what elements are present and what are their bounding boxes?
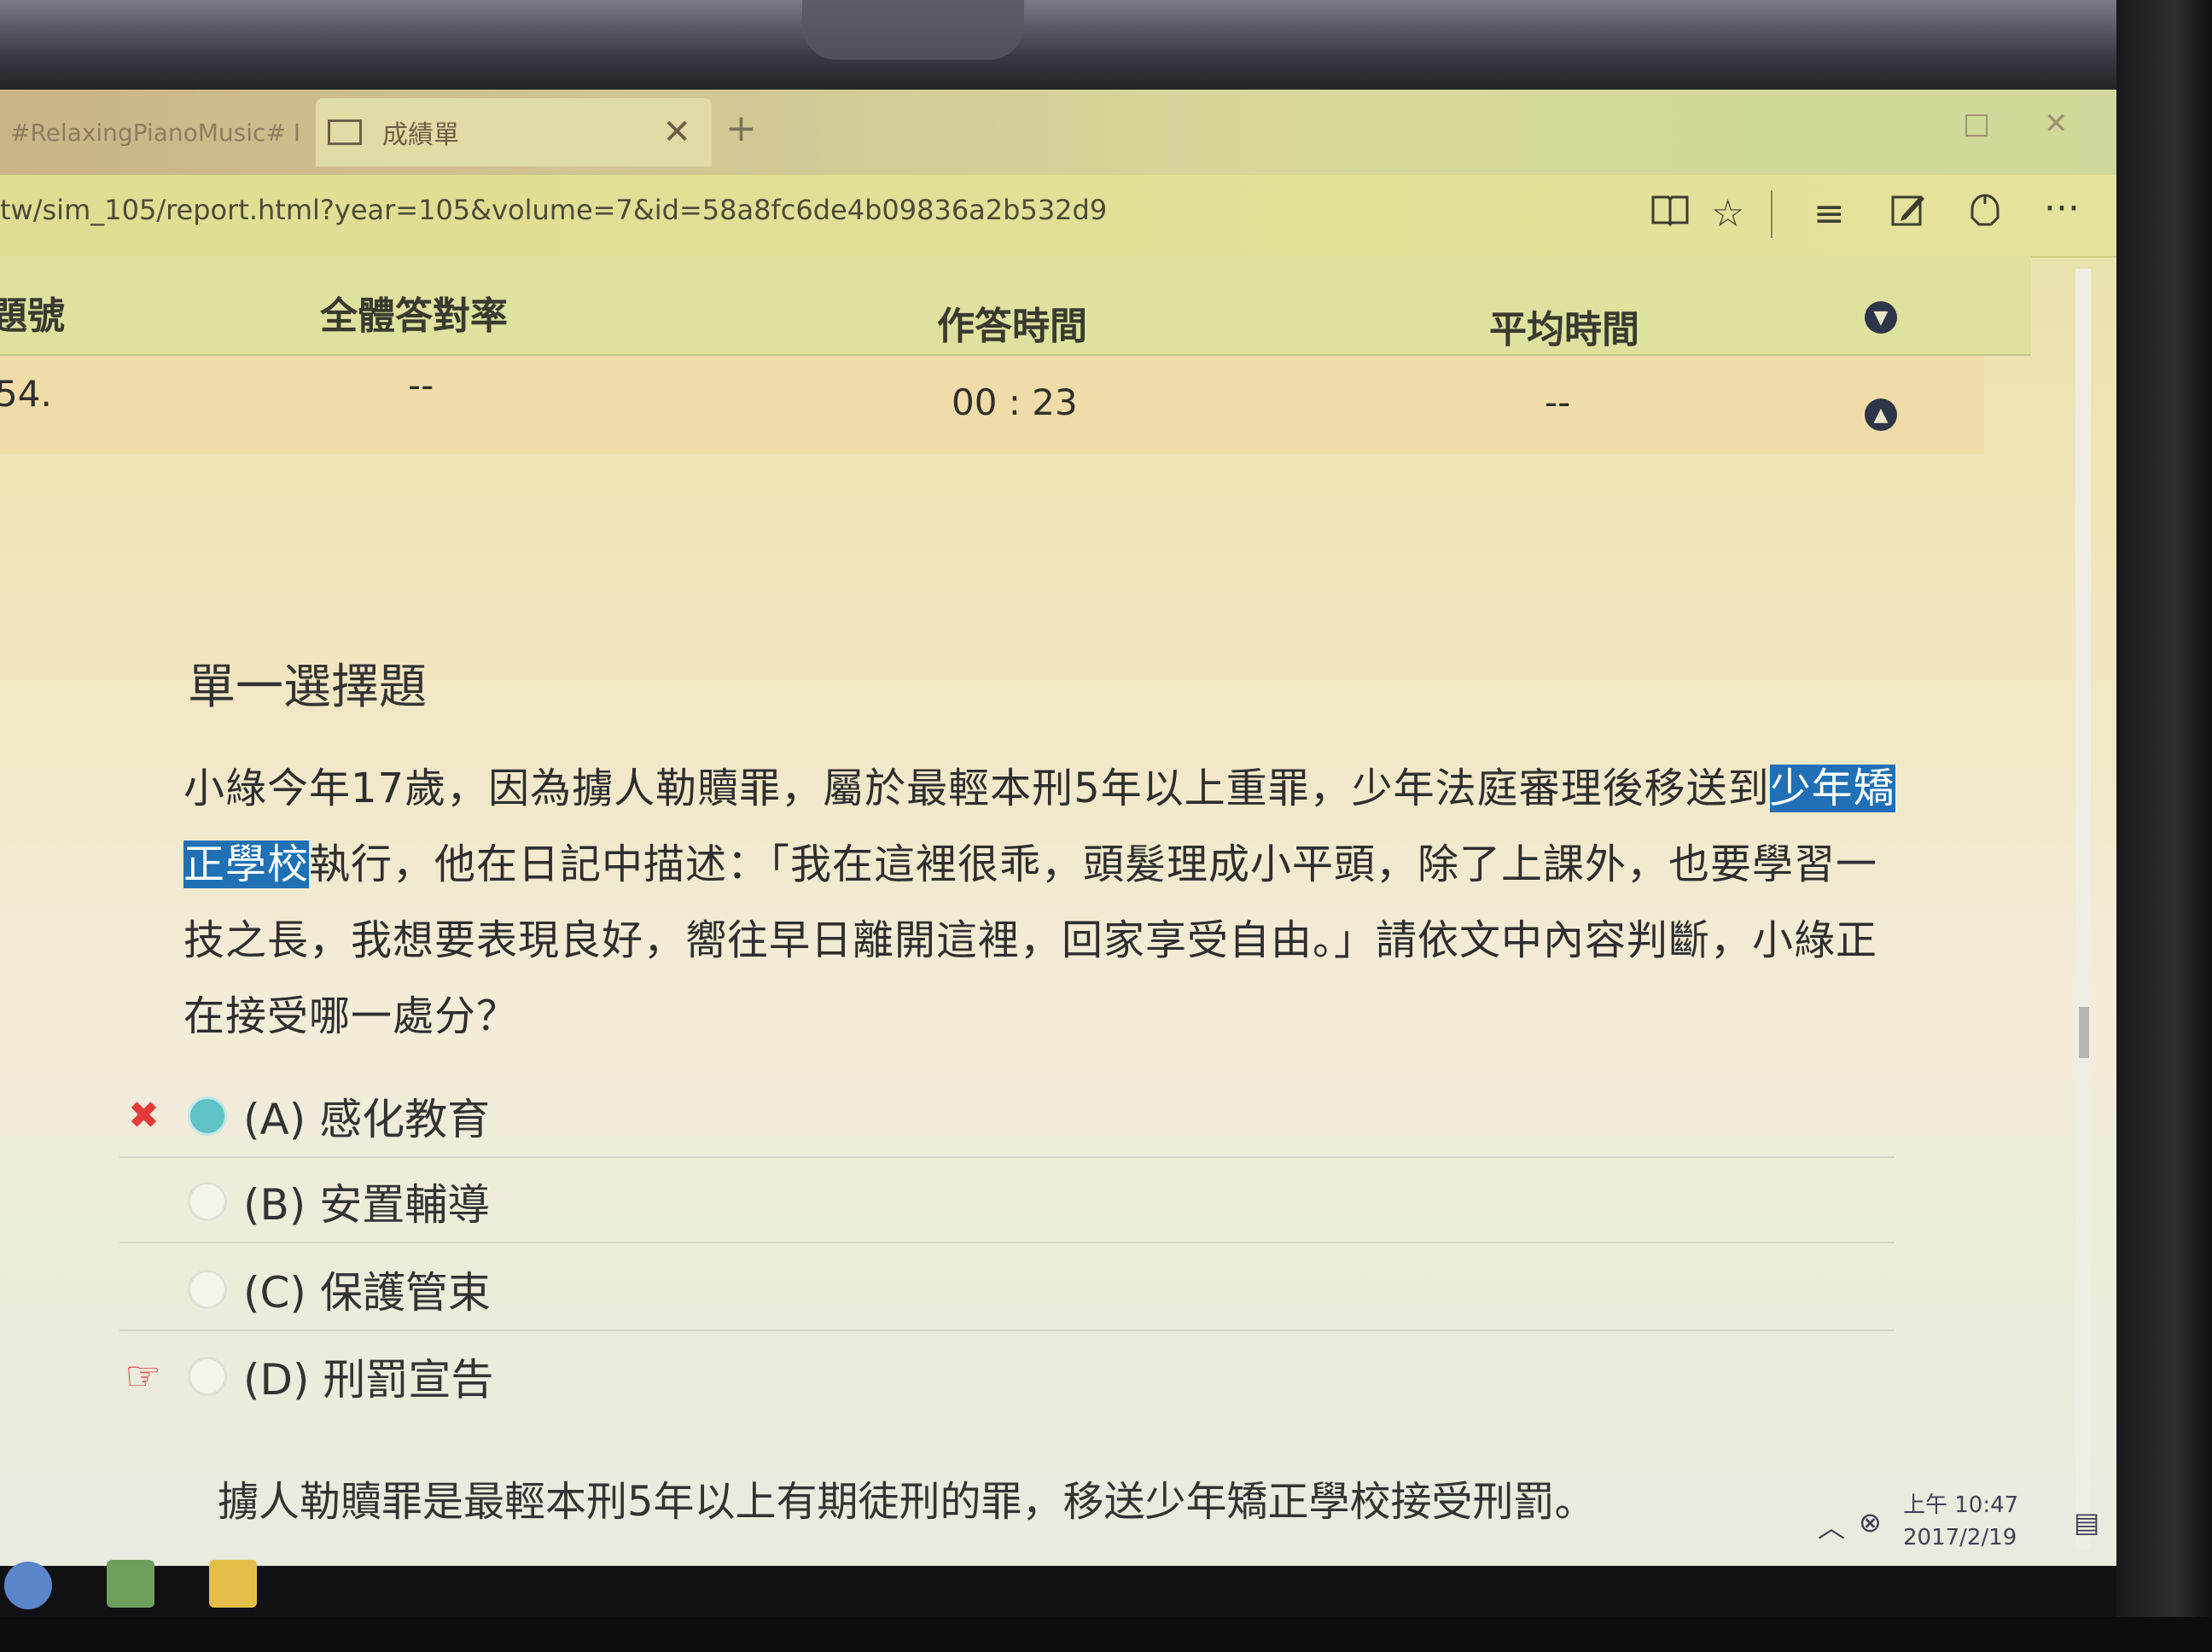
tab-label: 成績單 [382,120,459,150]
scrollbar[interactable] [2075,269,2091,1549]
reading-view-icon[interactable] [1651,192,1689,236]
clock-date: 2017/2/19 [1903,1525,2017,1550]
chevron-down-icon[interactable]: ▼ [1865,301,1897,334]
network-off-icon[interactable]: ⊗ [1859,1506,1882,1539]
option-c[interactable]: (C) 保護管束 [119,1248,1895,1331]
minecraft-taskbar-icon[interactable] [107,1560,154,1608]
answer-explanation: 擄人勒贖罪是最輕本刑5年以上有期徒刑的罪，移送少年矯正學校接受刑罰。 [218,1478,1596,1526]
file-explorer-taskbar-icon[interactable] [209,1560,257,1608]
url-field[interactable]: tw/sim_105/report.html?year=105&volume=7… [0,194,1107,226]
laptop-bezel-right [2116,0,2212,1652]
question-text: 小綠今年17歲，因為擄人勒贖罪，屬於最輕本刑5年以上重罪，少年法庭審理後移送到少… [183,751,1899,1055]
question-panel: 單一選擇題 小綠今年17歲，因為擄人勒贖罪，屬於最輕本刑5年以上重罪，少年法庭審… [0,448,1984,1566]
radio-option-a[interactable] [188,1096,227,1136]
more-icon[interactable]: ··· [2044,187,2080,230]
notification-icon[interactable]: ▤ [2074,1506,2099,1539]
system-tray: ︿ ⊗ 上午 10:47 2017/2/19 ▤ [1792,1489,2116,1566]
pointing-hand-icon: ☞ [125,1352,162,1400]
option-a-label: (A) 感化教育 [243,1094,491,1144]
clock-time: 上午 10:47 [1903,1492,2019,1518]
question-text-before: 小綠今年17歲，因為擄人勒贖罪，屬於最輕本刑5年以上重罪，少年法庭審理後移送到 [183,765,1770,812]
answer-time-value: 00 : 23 [952,381,1078,423]
page-icon [328,119,362,145]
web-note-icon[interactable] [1890,192,1926,237]
wrong-answer-icon: ✖ [128,1094,160,1137]
question-type: 單一選擇題 [188,660,427,715]
tab-report-card[interactable]: 成績單 ✕ [316,98,712,166]
option-b-label: (B) 安置輔導 [243,1179,491,1230]
laptop-bezel-bottom [0,1617,2212,1652]
taskbar [0,1566,2116,1617]
option-b[interactable]: (B) 安置輔導 [119,1160,1895,1243]
question-number: 54. [0,373,52,415]
header-average-time: 平均時間 [1489,308,1639,352]
share-icon[interactable] [1967,192,2003,237]
radio-option-c[interactable] [188,1269,227,1309]
option-c-label: (C) 保護管束 [243,1267,491,1318]
webcam [802,0,1024,60]
close-tab-icon[interactable]: ✕ [662,113,691,152]
table-header: 題號 全體答對率 作答時間 平均時間 ▼ [0,256,2031,356]
average-time-value: -- [1545,381,1571,423]
toolbar-divider [1771,190,1773,238]
radio-option-b[interactable] [188,1181,227,1221]
table-row[interactable]: 54. -- 00 : 23 -- ▲ [0,356,1984,454]
tab-relaxing-piano-music[interactable]: #RelaxingPianoMusic# I [0,98,317,166]
option-a[interactable]: ✖ (A) 感化教育 [119,1075,1895,1158]
scrollbar-thumb[interactable] [2079,1007,2089,1058]
restore-window-icon[interactable]: □ [1963,107,1990,141]
clock[interactable]: 上午 10:47 2017/2/19 [1903,1489,2018,1554]
tab-label: #RelaxingPianoMusic# I [10,118,301,147]
header-number: 題號 [0,294,65,338]
option-d-label: (D) 刑罰宣告 [243,1354,494,1405]
star-icon[interactable]: ☆ [1711,192,1744,236]
chevron-up-icon[interactable]: ︿ [1818,1506,1845,1545]
close-window-icon[interactable]: ✕ [2044,107,2069,141]
hub-icon[interactable]: ≡ [1813,192,1845,236]
header-overall-correct-rate: 全體答對率 [320,294,508,338]
question-text-after: 執行，他在日記中描述：「我在這裡很乖，頭髮理成小平頭，除了上課外，也要學習一技之… [183,841,1878,1040]
radio-option-d[interactable] [188,1356,227,1396]
option-d[interactable]: ☞ (D) 刑罰宣告 [119,1335,1895,1416]
header-answer-time: 作答時間 [937,305,1087,348]
chevron-up-icon[interactable]: ▲ [1865,398,1897,431]
new-tab-button[interactable]: + [725,107,757,150]
overall-correct-rate-value: -- [408,364,434,406]
address-bar: tw/sim_105/report.html?year=105&volume=7… [0,175,2116,258]
tab-bar: #RelaxingPianoMusic# I 成績單 ✕ + □ ✕ [0,90,2116,175]
screen: #RelaxingPianoMusic# I 成績單 ✕ + □ ✕ tw/si… [0,90,2116,1617]
chrome-taskbar-icon[interactable] [4,1562,52,1609]
laptop-bezel-top [0,0,2212,94]
